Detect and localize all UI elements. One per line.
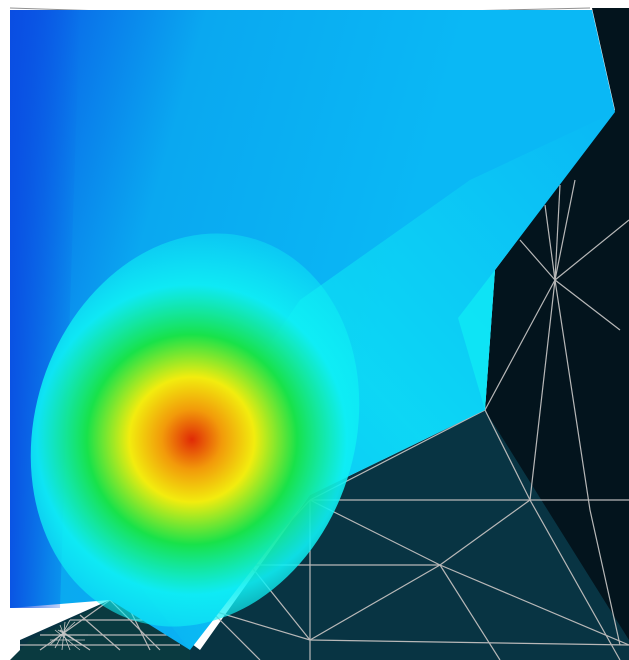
- render-canvas: [9, 7, 629, 660]
- contour-plot-viewport[interactable]: [0, 0, 629, 660]
